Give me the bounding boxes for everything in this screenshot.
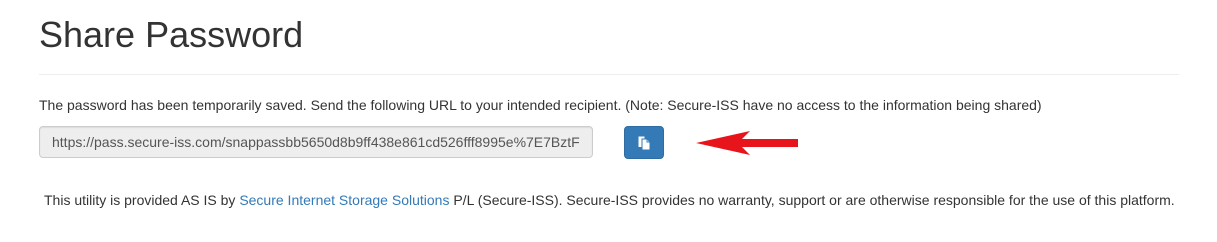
copy-url-button[interactable] [624,126,664,159]
copy-icon [638,136,650,149]
secure-iss-link[interactable]: Secure Internet Storage Solutions [239,192,449,208]
header-divider [39,74,1179,75]
footer-text-after: P/L (Secure-ISS). Secure-ISS provides no… [449,192,1175,208]
footer-disclaimer: This utility is provided AS IS by Secure… [44,192,1175,208]
page-title: Share Password [39,14,304,55]
red-arrow-annotation [696,131,798,155]
footer-text-before: This utility is provided AS IS by [44,192,240,208]
share-url-field[interactable] [39,126,593,158]
share-info-message: The password has been temporarily saved.… [39,97,1042,113]
